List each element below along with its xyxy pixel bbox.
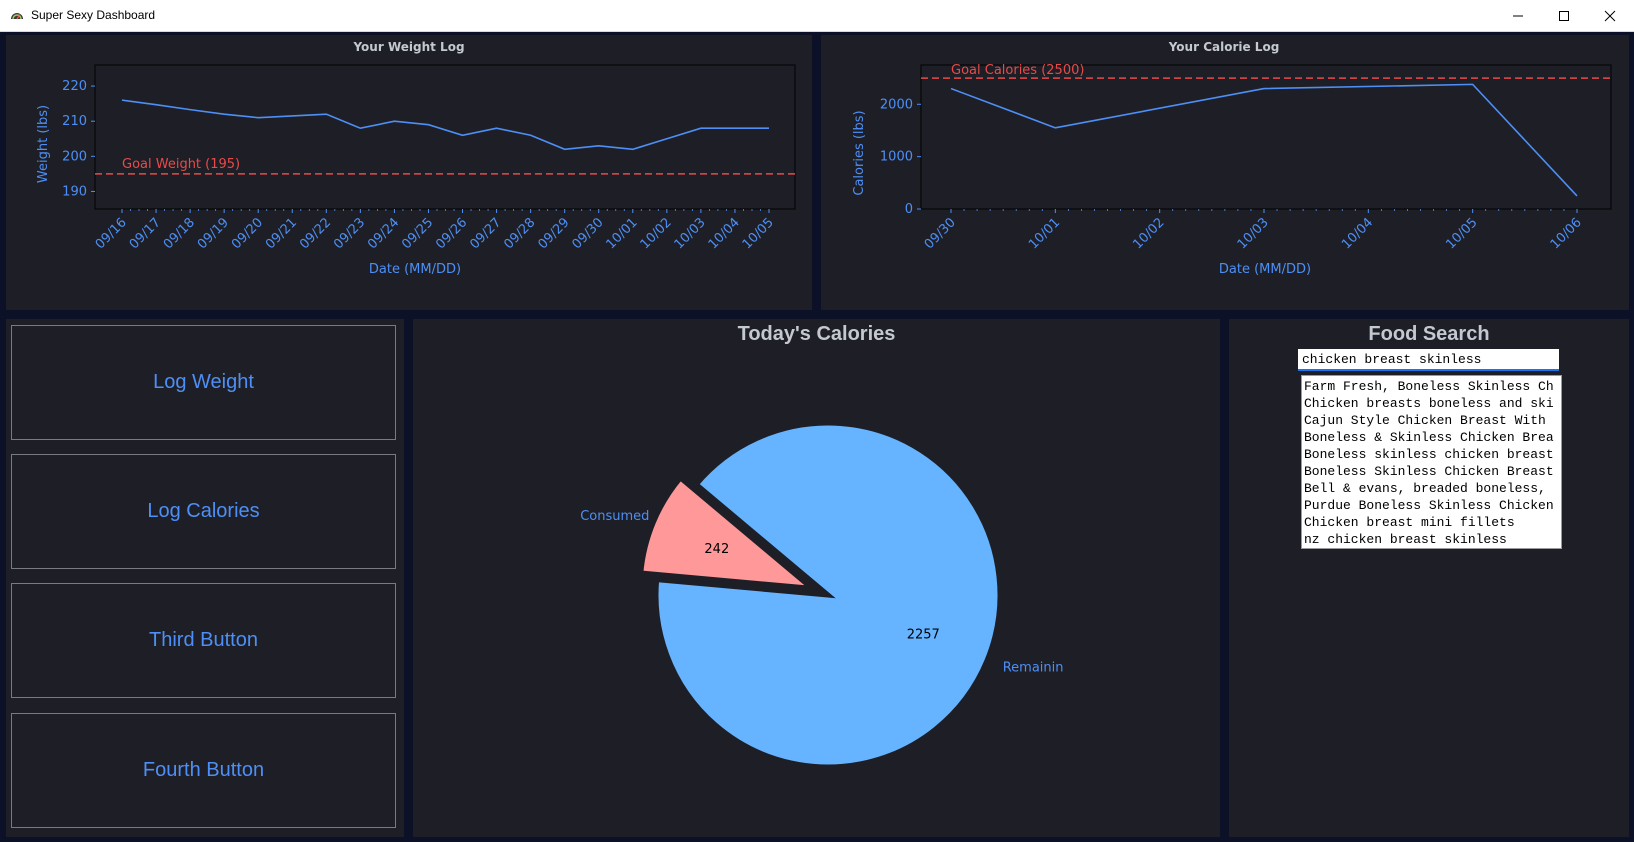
weight-x-tick-label: 10/04 (706, 215, 743, 252)
calorie-axes: 0 1000 2000 09/30 10/01 10/02 10/03 10/04 10/05 1… (880, 97, 1585, 252)
weight-x-tick-label: 09/23 (331, 215, 368, 252)
window-title: Super Sexy Dashboard (31, 8, 156, 22)
weight-x-tick-label: 10/03 (672, 215, 709, 252)
calorie-y-tick-label: 2000 (880, 97, 913, 112)
food-search-results-list[interactable]: Farm Fresh, Boneless Skinless Ch Chicken … (1301, 375, 1562, 549)
weight-chart: Your Weight Log 19020021022009/1609/1709… (36, 40, 796, 277)
calorie-plot-frame (920, 64, 1612, 210)
weight-chart-panel: Your Weight Log 190 200 210 220 09/16 09/17 09… (6, 35, 812, 310)
weight-x-tick-label: 09/26 (433, 215, 470, 252)
weight-x-tick-label: 09/20 (229, 215, 266, 252)
weight-x-tick-label: 09/30 (569, 215, 606, 252)
calorie-y-label: Calories (lbs) (852, 110, 867, 195)
food-result-item[interactable]: Boneless & Skinless Chicken Brea (1304, 429, 1561, 446)
food-search-title: Food Search (1368, 323, 1490, 345)
weight-x-tick-label: 09/19 (195, 215, 232, 252)
food-result-item[interactable]: Cajun Style Chicken Breast With (1304, 412, 1561, 429)
todays-calories-panel: Today's Calories Consumed Remainin 242 2… (413, 319, 1220, 837)
weight-x-tick-label: 10/01 (604, 215, 641, 252)
food-result-item[interactable]: Boneless skinless chicken breast (1304, 446, 1561, 463)
weight-y-tick-label: 210 (62, 114, 87, 129)
food-result-item[interactable]: nz chicken breast skinless (1304, 531, 1561, 548)
weight-x-tick-label: 09/18 (161, 215, 198, 252)
weight-x-tick-label: 09/21 (263, 215, 300, 252)
pie-label-consumed: Consumed (580, 509, 649, 524)
log-weight-button[interactable]: Log Weight (11, 325, 396, 440)
weight-x-label: Date (MM/DD) (369, 262, 461, 277)
pie-value-consumed: 242 (704, 542, 729, 557)
weight-x-tick-label: 10/05 (740, 215, 777, 252)
third-button[interactable]: Third Button (11, 583, 396, 698)
weight-series-line (121, 99, 769, 151)
weight-plot-frame (94, 64, 796, 210)
pie-label-remaining: Remainin (1003, 661, 1064, 676)
weight-x-tick-label: 09/25 (399, 215, 436, 252)
calorie-x-tick-label: 10/04 (1339, 215, 1376, 252)
weight-x-tick-label: 10/02 (638, 215, 675, 252)
calorie-goal-label: Goal Calories (2500) (951, 63, 1084, 78)
calorie-x-tick-label: 10/05 (1443, 215, 1480, 252)
calorie-series-line (950, 83, 1578, 197)
calorie-x-label: Date (MM/DD) (1219, 262, 1311, 277)
weight-chart-title: Your Weight Log (352, 40, 464, 54)
weight-y-label: Weight (lbs) (36, 105, 51, 183)
log-calories-button[interactable]: Log Calories (11, 454, 396, 569)
weight-x-tick-label: 09/16 (93, 215, 130, 252)
maximize-button[interactable] (1541, 0, 1587, 31)
calorie-y-tick-label: 1000 (880, 150, 913, 165)
calorie-chart: Your Calorie Log 0 1000 2000 09/30 10/01 10/0… (852, 40, 1612, 277)
weight-goal-label: Goal Weight (195) (122, 157, 240, 172)
minimize-icon (1513, 15, 1523, 16)
close-icon (1604, 10, 1616, 21)
calorie-y-tick-label: 0 (905, 202, 913, 217)
weight-y-tick-label: 190 (62, 184, 87, 199)
calorie-chart-title: Your Calorie Log (1168, 40, 1280, 54)
calorie-x-tick-label: 10/06 (1548, 215, 1585, 252)
food-result-item[interactable]: Bell & evans, breaded boneless, (1304, 480, 1561, 497)
food-result-item[interactable]: Purdue Boneless Skinless Chicken (1304, 497, 1561, 514)
calorie-x-tick-label: 10/02 (1130, 215, 1167, 252)
close-button[interactable] (1587, 0, 1633, 31)
pie-chart: Consumed Remainin 242 2257 (580, 420, 1064, 770)
fourth-button[interactable]: Fourth Button (11, 713, 396, 828)
food-result-item[interactable]: Boneless Skinless Chicken Breast (1304, 463, 1561, 480)
weight-x-tick-label: 09/27 (467, 215, 504, 252)
food-result-item[interactable]: Chicken breast mini fillets (1304, 514, 1561, 531)
calorie-x-tick-label: 10/03 (1235, 215, 1272, 252)
calorie-x-tick-label: 10/01 (1026, 215, 1063, 252)
calorie-chart-panel: Your Calorie Log 0 1000 2000 09/30 10/01 10/0… (821, 35, 1629, 310)
maximize-icon (1559, 10, 1569, 21)
food-result-item[interactable]: Farm Fresh, Boneless Skinless Ch (1304, 378, 1561, 395)
weight-x-tick-label: 09/24 (365, 215, 402, 252)
weight-x-tick-label: 09/17 (127, 215, 164, 252)
weight-y-tick-label: 200 (62, 149, 87, 164)
pie-slice-remaining (653, 420, 1003, 770)
weight-x-tick-label: 09/22 (297, 215, 334, 252)
weight-x-tick-label: 09/29 (535, 215, 572, 252)
calorie-x-tick-label: 09/30 (922, 215, 959, 252)
dashboard-gauge-icon (11, 13, 23, 20)
pie-value-remaining: 2257 (907, 628, 940, 643)
weight-y-tick-label: 220 (62, 79, 87, 94)
window-titlebar: Super Sexy Dashboard (0, 0, 1634, 32)
food-search-input[interactable] (1298, 349, 1559, 371)
minimize-button[interactable] (1495, 0, 1541, 31)
weight-x-tick-label: 09/28 (501, 215, 538, 252)
food-result-item[interactable]: Chicken breasts boneless and ski (1304, 395, 1561, 412)
